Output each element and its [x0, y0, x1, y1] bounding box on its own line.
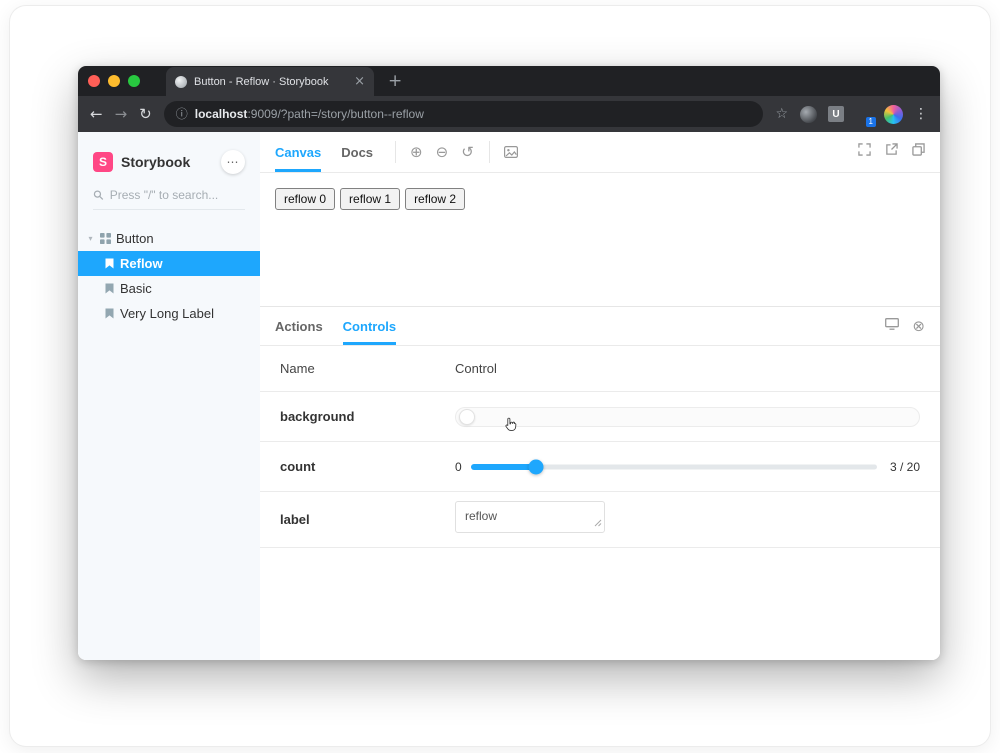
background-color-input[interactable] — [455, 407, 920, 427]
component-icon — [100, 233, 111, 244]
story-label: Basic — [120, 281, 152, 296]
browser-menu-icon[interactable]: ⋮ — [914, 107, 928, 121]
forward-icon[interactable]: → — [115, 107, 128, 122]
zoom-out-icon[interactable]: ⊖ — [436, 145, 449, 160]
sidebar-brand-row: S Storybook ⋯ — [78, 144, 260, 188]
addons-panel: Actions Controls ⊗ Name — [260, 306, 940, 660]
browser-window: Button - Reflow · Storybook × + ← → ↻ ⓘ … — [78, 66, 940, 660]
count-slider-fill — [471, 464, 536, 470]
main-area: Canvas Docs ⊕ ⊖ ↺ — [260, 132, 940, 660]
count-slider: 0 3 / 20 — [455, 459, 920, 475]
brand-title[interactable]: Storybook — [121, 154, 213, 170]
zoom-window-button[interactable] — [128, 75, 140, 87]
tab-controls[interactable]: Controls — [343, 307, 396, 345]
address-bar[interactable]: ⓘ localhost:9009/?path=/story/button--re… — [164, 101, 764, 127]
control-row-background: background — [260, 392, 940, 442]
browser-tab[interactable]: Button - Reflow · Storybook × — [166, 67, 374, 96]
control-row-label: label reflow — [260, 492, 940, 548]
open-new-tab-icon[interactable] — [885, 143, 898, 161]
toolbar-divider — [489, 141, 490, 163]
search-icon — [93, 189, 104, 201]
control-name: background — [280, 409, 455, 424]
panel-close-icon[interactable]: ⊗ — [912, 319, 925, 334]
story-button-2[interactable]: reflow 2 — [405, 188, 465, 210]
header-control: Control — [455, 361, 497, 376]
sidebar-menu-button[interactable]: ⋯ — [221, 150, 245, 174]
slider-value-label: 3 / 20 — [890, 460, 920, 474]
bookmark-icon — [105, 308, 114, 319]
extension-icon-1[interactable] — [800, 106, 817, 123]
close-window-button[interactable] — [88, 75, 100, 87]
story-button-1[interactable]: reflow 1 — [340, 188, 400, 210]
url-host: localhost — [195, 107, 248, 121]
reload-icon[interactable]: ↻ — [139, 107, 152, 122]
storybook-favicon — [175, 76, 187, 88]
storybook-logo: S — [93, 152, 113, 172]
resize-grip-icon[interactable] — [594, 514, 602, 532]
count-slider-thumb[interactable] — [528, 459, 543, 474]
toolbar-divider — [395, 141, 396, 163]
sidebar-item-basic[interactable]: Basic — [78, 276, 260, 301]
panel-tabbar: Actions Controls ⊗ — [260, 307, 940, 346]
site-info-icon[interactable]: ⓘ — [176, 108, 188, 120]
panel-position-icon[interactable] — [885, 317, 899, 335]
tab-close-icon[interactable]: × — [354, 75, 365, 88]
story-button-0[interactable]: reflow 0 — [275, 188, 335, 210]
browser-navbar: ← → ↻ ⓘ localhost:9009/?path=/story/butt… — [78, 96, 940, 132]
panel-right-group: ⊗ — [885, 317, 925, 335]
tab-docs[interactable]: Docs — [341, 132, 373, 172]
zoom-in-icon[interactable]: ⊕ — [410, 145, 423, 160]
count-slider-track[interactable] — [471, 459, 877, 475]
color-swatch-knob[interactable] — [459, 409, 475, 425]
profile-avatar[interactable] — [884, 105, 903, 124]
controls-header-row: Name Control — [260, 346, 940, 392]
back-icon[interactable]: ← — [90, 107, 103, 122]
fullscreen-icon[interactable] — [858, 143, 871, 161]
browser-titlebar: Button - Reflow · Storybook × + — [78, 66, 940, 96]
tab-title: Button - Reflow · Storybook — [194, 76, 347, 88]
preview-canvas: reflow 0 reflow 1 reflow 2 — [260, 173, 940, 306]
background-toggle-icon[interactable] — [504, 146, 518, 158]
new-tab-button[interactable]: + — [388, 73, 402, 90]
sidebar-search[interactable] — [93, 188, 245, 210]
tab-actions[interactable]: Actions — [275, 307, 323, 345]
extension-badge: 1 — [866, 117, 876, 127]
search-input[interactable] — [110, 188, 245, 202]
slider-min-label: 0 — [455, 460, 462, 474]
bookmark-icon — [105, 258, 114, 269]
sidebar-item-very-long-label[interactable]: Very Long Label — [78, 301, 260, 326]
extension-toolbar: U 1 ⋮ — [800, 105, 928, 124]
url-path: :9009/?path=/story/button--reflow — [247, 107, 423, 121]
extension-icon-badged[interactable]: 1 — [855, 106, 873, 123]
traffic-lights — [88, 66, 140, 96]
story-tree: ▾ Button Reflow — [78, 226, 260, 326]
story-label: Reflow — [120, 256, 163, 271]
minimize-window-button[interactable] — [108, 75, 120, 87]
control-name: count — [280, 459, 455, 474]
sidebar-item-button-group[interactable]: ▾ Button — [78, 226, 260, 251]
control-row-count: count 0 3 / 20 — [260, 442, 940, 492]
canvas-toolbar: Canvas Docs ⊕ ⊖ ↺ — [260, 132, 940, 173]
extension-icon-u[interactable]: U — [828, 106, 844, 122]
storybook-app: S Storybook ⋯ ▾ — [78, 132, 940, 660]
group-label: Button — [116, 231, 154, 246]
bookmark-star-icon[interactable]: ☆ — [775, 107, 788, 121]
sidebar-item-reflow[interactable]: Reflow — [78, 251, 260, 276]
label-text-input[interactable]: reflow — [455, 501, 605, 533]
toolbar-right-group — [858, 143, 925, 161]
control-name: label — [280, 512, 455, 527]
tab-canvas[interactable]: Canvas — [275, 132, 321, 172]
hand-cursor-icon — [503, 416, 520, 440]
caret-down-icon[interactable]: ▾ — [86, 235, 95, 243]
copy-link-icon[interactable] — [912, 143, 925, 161]
sidebar: S Storybook ⋯ ▾ — [78, 132, 260, 660]
zoom-reset-icon[interactable]: ↺ — [461, 145, 474, 160]
bookmark-icon — [105, 283, 114, 294]
story-label: Very Long Label — [120, 306, 214, 321]
controls-table: Name Control background — [260, 346, 940, 548]
header-name: Name — [280, 361, 455, 376]
